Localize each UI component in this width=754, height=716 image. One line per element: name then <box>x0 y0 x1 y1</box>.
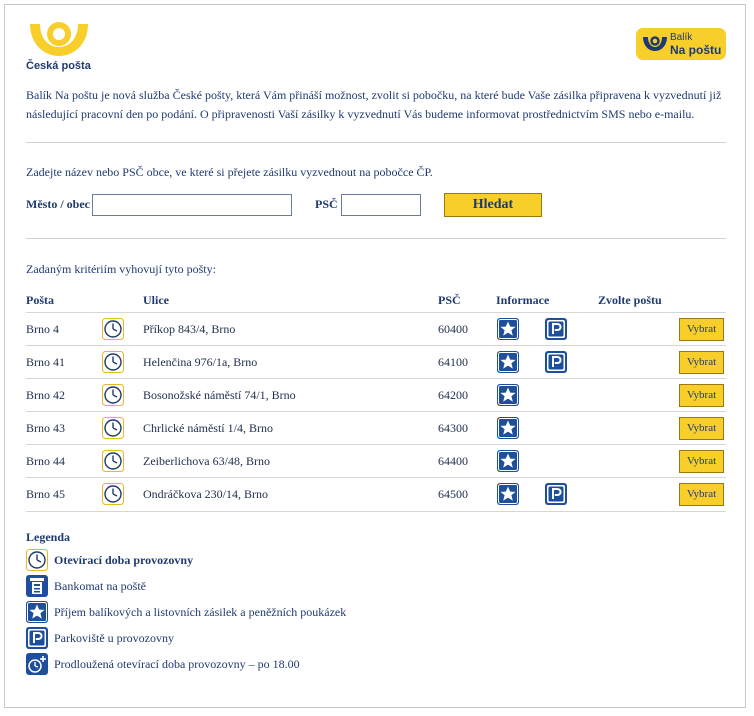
street-address: Ondráčkova 230/14, Brno <box>143 487 268 501</box>
logo-text: Česká pošta <box>26 60 91 72</box>
badge-line1: Balík <box>670 32 693 43</box>
parking-icon <box>545 351 567 378</box>
table-row: Brno 43 Chrlické náměstí 1/4, Brno 64300 Vy… <box>26 411 726 445</box>
intro-text: Balík Na poštu je nová služba České pošt… <box>26 88 722 121</box>
badge-line2: Na poštu <box>670 43 722 57</box>
postal-code: 64200 <box>438 388 468 402</box>
street-address: Chrlické náměstí 1/4, Brno <box>143 421 273 435</box>
postal-code: 64300 <box>438 421 468 435</box>
psc-label: PSČ <box>315 197 338 211</box>
posta-name: Brno 42 <box>26 388 65 402</box>
select-button[interactable]: Vybrat <box>679 483 724 506</box>
clock-icon[interactable] <box>102 483 124 510</box>
posta-name: Brno 4 <box>26 322 59 336</box>
header-psc: PSČ <box>438 293 461 307</box>
clock-icon[interactable] <box>102 450 124 477</box>
header-zvolte-postu: Zvolte poštu <box>598 293 662 307</box>
legend-item: Příjem balíkových a listovních zásilek a… <box>26 601 426 623</box>
table-row: Brno 41 Helenčina 976/1a, Brno 64100 Vybrat <box>26 345 726 379</box>
legend-item: Parkoviště u provozovny <box>26 627 426 649</box>
posthorn-small-icon <box>643 36 667 51</box>
header: Česká pošta Balík Na poštu <box>26 22 726 78</box>
street-address: Bosonožské náměstí 74/1, Brno <box>143 388 296 402</box>
divider <box>26 142 726 143</box>
posta-name: Brno 44 <box>26 454 65 468</box>
select-button[interactable]: Vybrat <box>679 417 724 440</box>
city-label: Město / obec <box>26 197 90 211</box>
table-row: Brno 45 Ondráčkova 230/14, Brno 64500 Vybra… <box>26 477 726 512</box>
legend-title: Legenda <box>26 530 71 544</box>
city-input[interactable] <box>92 194 292 216</box>
street-address: Helenčina 976/1a, Brno <box>143 355 258 369</box>
legend-label: Bankomat na poště <box>54 579 146 593</box>
search-prompt: Zadejte název nebo PSČ obce, ve které si… <box>26 165 433 179</box>
parking-icon <box>545 483 567 510</box>
table-row: Brno 4 Příkop 843/4, Brno 60400 Vybrat <box>26 312 726 346</box>
clock-icon[interactable] <box>102 318 124 345</box>
postal-code: 64100 <box>438 355 468 369</box>
posta-name: Brno 43 <box>26 421 65 435</box>
legend-label: Prodloužená otevírací doba provozovny – … <box>54 657 300 671</box>
header-posta: Pošta <box>26 293 54 307</box>
star-icon <box>497 351 519 378</box>
legend-label: Otevírací doba provozovny <box>54 553 194 567</box>
parking-icon <box>545 318 567 345</box>
star-icon <box>497 318 519 345</box>
star-icon <box>497 384 519 411</box>
search-button[interactable]: Hledat <box>444 193 542 217</box>
clock-icon[interactable] <box>102 384 124 411</box>
posta-name: Brno 41 <box>26 355 65 369</box>
legend-item: Prodloužená otevírací doba provozovny – … <box>26 653 426 675</box>
star-icon <box>497 483 519 510</box>
balik-na-postu-badge: Balík Na poštu <box>636 28 726 60</box>
posthorn-logo-icon <box>30 22 88 56</box>
select-button[interactable]: Vybrat <box>679 384 724 407</box>
postal-code: 64400 <box>438 454 468 468</box>
table-row: Brno 44 Zeiberlichova 63/48, Brno 64400 Vyb… <box>26 444 726 478</box>
postal-code: 64500 <box>438 487 468 501</box>
postal-code: 60400 <box>438 322 468 336</box>
divider <box>26 238 726 239</box>
legend-item: Bankomat na poště <box>26 575 426 597</box>
star-icon <box>497 450 519 477</box>
legend-item: Otevírací doba provozovny <box>26 549 426 571</box>
select-button[interactable]: Vybrat <box>679 318 724 341</box>
posta-name: Brno 45 <box>26 487 65 501</box>
psc-input[interactable] <box>341 194 421 216</box>
star-icon <box>497 417 519 444</box>
select-button[interactable]: Vybrat <box>679 450 724 473</box>
legend-label: Parkoviště u provozovny <box>54 631 174 645</box>
street-address: Zeiberlichova 63/48, Brno <box>143 454 270 468</box>
header-informace: Informace <box>496 293 550 307</box>
legend-label: Příjem balíkových a listovních zásilek a… <box>54 605 347 619</box>
clock-icon[interactable] <box>102 351 124 378</box>
street-address: Příkop 843/4, Brno <box>143 322 236 336</box>
header-ulice: Ulice <box>143 293 169 307</box>
clock-icon[interactable] <box>102 417 124 444</box>
ceska-posta-logo: Česká pošta <box>26 22 116 78</box>
results-caption: Zadaným kritériím vyhovují tyto pošty: <box>26 262 216 276</box>
table-row: Brno 42 Bosonožské náměstí 74/1, Brno 6420… <box>26 378 726 412</box>
select-button[interactable]: Vybrat <box>679 351 724 374</box>
